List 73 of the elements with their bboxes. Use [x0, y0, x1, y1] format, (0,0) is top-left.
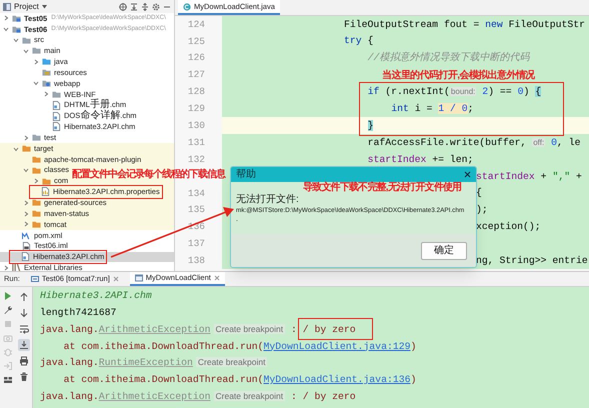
console-line: Hibernate3.2API.chm — [40, 291, 152, 302]
print-icon[interactable] — [18, 355, 30, 367]
line-number: 134 — [188, 188, 205, 198]
console-line: java.lang.ArithmeticException Create breakpoint : / by zero — [40, 324, 356, 335]
dialog-title: 帮助 — [236, 170, 256, 180]
file-icon — [21, 252, 30, 262]
console-line: length7421687 — [40, 308, 116, 318]
chevron-right-icon[interactable] — [23, 210, 29, 217]
close-icon[interactable] — [464, 171, 471, 178]
annotation-text: 当这里的代码打开,会模拟出意外情况 — [382, 71, 535, 81]
chevron-right-icon[interactable] — [23, 134, 29, 141]
line-number: 129 — [188, 104, 205, 114]
module-folder-icon — [12, 24, 21, 34]
trash-icon[interactable] — [18, 371, 30, 383]
chevron-down-icon[interactable] — [33, 80, 39, 86]
file-icon — [52, 100, 61, 110]
line-number: 128 — [188, 87, 205, 97]
folder-icon — [42, 68, 51, 78]
wrench-icon[interactable] — [3, 305, 13, 315]
chevron-right-icon[interactable] — [33, 58, 39, 65]
collapse-icon[interactable] — [130, 2, 138, 10]
chevron-right-icon[interactable] — [3, 264, 9, 271]
ok-button[interactable]: 确定 — [421, 242, 467, 260]
annotation-text: 导致文件下载不完整,无法打开文件使用 — [303, 183, 462, 193]
chevron-right-icon[interactable] — [23, 221, 29, 228]
panel-icon — [3, 2, 11, 10]
line-number: 126 — [188, 53, 205, 63]
chevron-down-icon[interactable] — [13, 146, 19, 152]
target-icon[interactable] — [119, 2, 127, 10]
scroll-end-icon[interactable] — [18, 339, 30, 351]
chevron-down-icon[interactable] — [23, 48, 29, 54]
caret-icon[interactable] — [42, 4, 47, 8]
console-line: java.lang.RuntimeException Create breakpoint — [40, 358, 268, 368]
layout-icon[interactable] — [3, 375, 13, 385]
chevron-down-icon[interactable] — [13, 37, 19, 44]
maven-icon — [22, 230, 31, 240]
file-icon — [52, 112, 61, 121]
line-number: 135 — [188, 205, 205, 215]
class-icon — [183, 2, 191, 10]
console-line: at com.itheima.DownloadThread.run(MyDownLoadClient.java:129) — [64, 342, 416, 352]
line-number: 131 — [188, 138, 205, 148]
panel-title[interactable]: Project — [14, 2, 39, 10]
chevron-down-icon[interactable] — [3, 26, 9, 32]
console-line: at com.itheima.DownloadThread.run(MyDownLoadClient.java:136) — [64, 374, 416, 385]
chevron-right-icon[interactable] — [33, 178, 39, 184]
folder-icon — [42, 78, 51, 88]
annotation-text: 配置文件中会记录每个线程的下载信息 — [72, 170, 225, 180]
library-icon — [12, 263, 21, 271]
line-number: 127 — [188, 70, 205, 80]
chevron-right-icon[interactable] — [23, 200, 29, 206]
chevron-right-icon[interactable] — [43, 91, 49, 98]
arrow-up-icon[interactable] — [18, 291, 30, 303]
expand-icon[interactable] — [141, 2, 149, 10]
line-number: 132 — [188, 154, 205, 164]
server-icon — [30, 275, 39, 283]
line-number: 124 — [188, 20, 205, 30]
module-folder-icon — [12, 14, 21, 23]
window-icon — [134, 274, 143, 282]
settings-icon[interactable] — [152, 2, 160, 10]
file-icon — [41, 187, 50, 196]
chevron-right-icon[interactable] — [3, 15, 9, 22]
line-number: 130 — [188, 121, 205, 131]
arrow-down-icon[interactable] — [18, 307, 30, 319]
file-icon — [52, 122, 61, 132]
run-icon[interactable] — [3, 291, 13, 301]
wrap-icon[interactable] — [18, 323, 30, 335]
file-icon — [22, 242, 31, 251]
chevron-down-icon[interactable] — [23, 167, 29, 174]
console-line: java.lang.ArithmeticException Create breakpoint : / by zero — [40, 392, 356, 402]
line-number: 125 — [188, 36, 205, 46]
line-number: 138 — [188, 256, 205, 266]
line-number: 137 — [188, 239, 205, 249]
folder-icon — [52, 90, 61, 99]
